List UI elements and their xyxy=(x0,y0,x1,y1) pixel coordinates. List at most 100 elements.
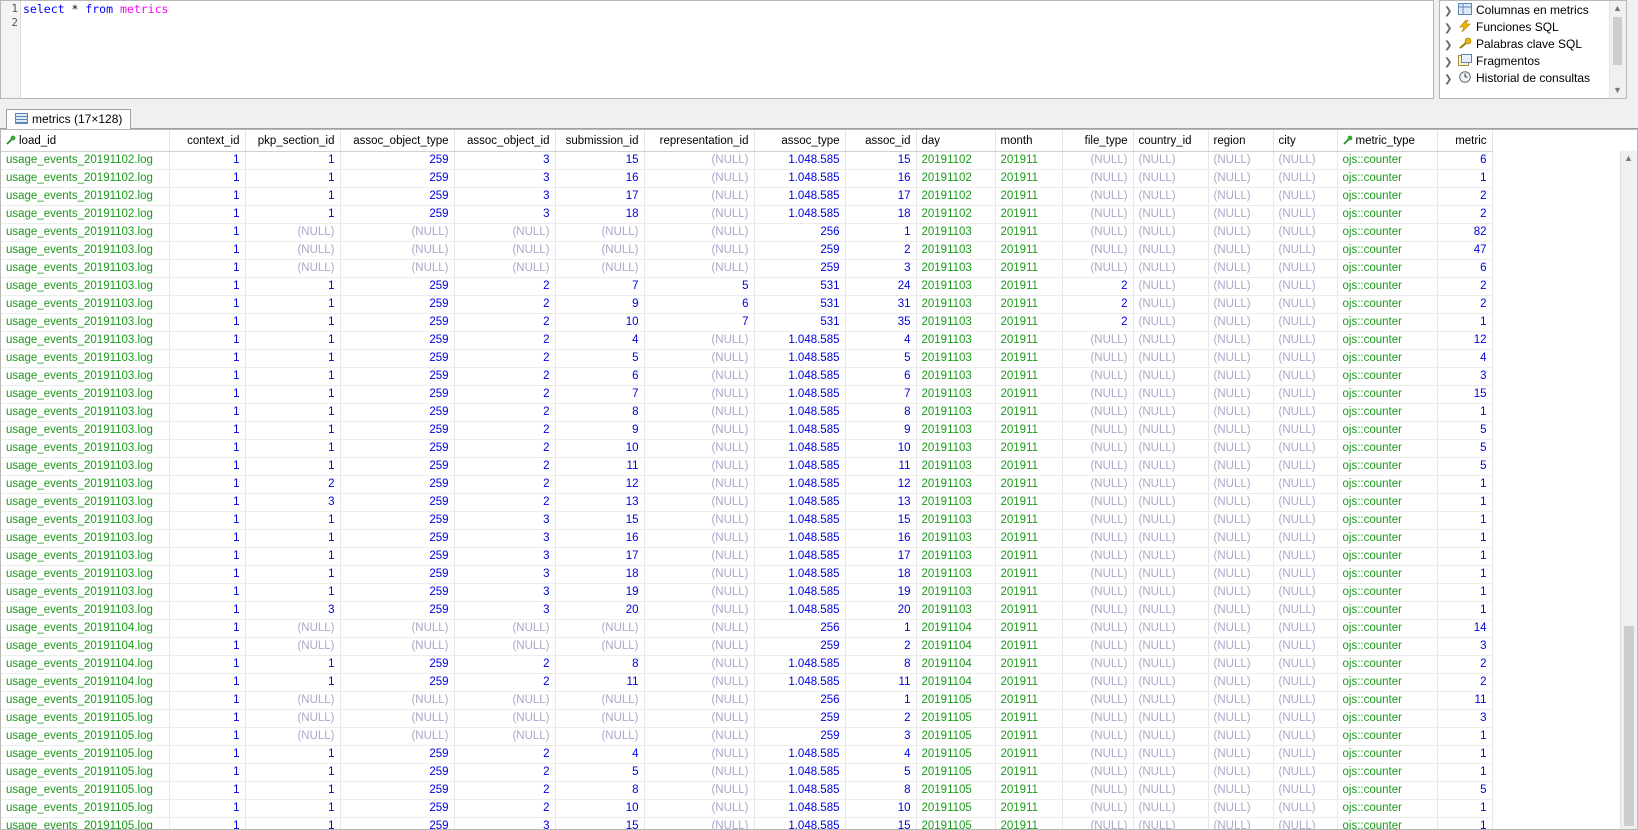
cell-city[interactable]: (NULL) xyxy=(1273,295,1338,314)
cell-assoc-id[interactable]: 1 xyxy=(845,691,917,710)
cell-metric[interactable]: 1 xyxy=(1437,727,1493,746)
cell-assoc-type[interactable]: 1.048.585 xyxy=(754,511,846,530)
cell-day[interactable]: 20191103 xyxy=(916,223,996,242)
cell-file-type[interactable]: (NULL) xyxy=(1062,151,1134,170)
cell-representation-id[interactable]: (NULL) xyxy=(644,421,755,440)
cell-file-type[interactable]: (NULL) xyxy=(1062,745,1134,764)
cell-assoc-id[interactable]: 2 xyxy=(845,241,917,260)
cell-representation-id[interactable]: (NULL) xyxy=(644,241,755,260)
cell-submission-id[interactable]: 6 xyxy=(555,367,645,386)
cell-file-type[interactable]: (NULL) xyxy=(1062,619,1134,638)
cell-region[interactable]: (NULL) xyxy=(1208,403,1274,422)
cell-representation-id[interactable]: (NULL) xyxy=(644,745,755,764)
cell-assoc-id[interactable]: 2 xyxy=(845,709,917,728)
cell-metric[interactable]: 5 xyxy=(1437,781,1493,800)
cell-submission-id[interactable]: 8 xyxy=(555,403,645,422)
cell-pkp-section-id[interactable]: 1 xyxy=(245,349,341,368)
cell-assoc-object-type[interactable]: 259 xyxy=(340,799,455,818)
cell-submission-id[interactable]: 4 xyxy=(555,745,645,764)
cell-city[interactable]: (NULL) xyxy=(1273,421,1338,440)
cell-city[interactable]: (NULL) xyxy=(1273,169,1338,188)
cell-assoc-type[interactable]: 1.048.585 xyxy=(754,457,846,476)
cell-context-id[interactable]: 1 xyxy=(169,475,246,494)
cell-metric-type[interactable]: ojs::counter xyxy=(1337,367,1438,386)
cell-country-id[interactable]: (NULL) xyxy=(1133,385,1209,404)
cell-assoc-object-id[interactable]: 2 xyxy=(454,763,556,782)
cell-pkp-section-id[interactable]: 1 xyxy=(245,457,341,476)
cell-metric-type[interactable]: ojs::counter xyxy=(1337,799,1438,818)
cell-city[interactable]: (NULL) xyxy=(1273,547,1338,566)
cell-assoc-id[interactable]: 11 xyxy=(845,457,917,476)
cell-metric[interactable]: 15 xyxy=(1437,385,1493,404)
cell-day[interactable]: 20191103 xyxy=(916,421,996,440)
cell-assoc-object-type[interactable]: 259 xyxy=(340,817,455,829)
cell-assoc-id[interactable]: 8 xyxy=(845,403,917,422)
cell-assoc-type[interactable]: 1.048.585 xyxy=(754,655,846,674)
cell-city[interactable]: (NULL) xyxy=(1273,637,1338,656)
cell-day[interactable]: 20191103 xyxy=(916,295,996,314)
cell-city[interactable]: (NULL) xyxy=(1273,619,1338,638)
cell-city[interactable]: (NULL) xyxy=(1273,655,1338,674)
cell-submission-id[interactable]: 8 xyxy=(555,781,645,800)
cell-assoc-object-id[interactable]: (NULL) xyxy=(454,223,556,242)
table-row[interactable]: usage_events_20191103.log 1 1 259 3 18 (NULL) 1… xyxy=(1,565,1493,584)
cell-assoc-object-type[interactable]: (NULL) xyxy=(340,709,455,728)
cell-day[interactable]: 20191103 xyxy=(916,583,996,602)
table-row[interactable]: usage_events_20191103.log 1 1 259 2 10 (NULL) 1… xyxy=(1,439,1493,458)
cell-submission-id[interactable]: 7 xyxy=(555,277,645,296)
cell-assoc-type[interactable]: 256 xyxy=(754,223,846,242)
cell-country-id[interactable]: (NULL) xyxy=(1133,277,1209,296)
cell-context-id[interactable]: 1 xyxy=(169,781,246,800)
cell-assoc-object-id[interactable]: 3 xyxy=(454,547,556,566)
cell-day[interactable]: 20191103 xyxy=(916,385,996,404)
cell-city[interactable]: (NULL) xyxy=(1273,367,1338,386)
cell-assoc-object-type[interactable]: 259 xyxy=(340,313,455,332)
cell-representation-id[interactable]: 7 xyxy=(644,313,755,332)
cell-assoc-object-id[interactable]: 3 xyxy=(454,817,556,829)
table-row[interactable]: usage_events_20191105.log 1 1 259 2 4 (NULL) 1.… xyxy=(1,745,1493,764)
cell-representation-id[interactable]: (NULL) xyxy=(644,187,755,206)
cell-city[interactable]: (NULL) xyxy=(1273,601,1338,620)
cell-context-id[interactable]: 1 xyxy=(169,223,246,242)
cell-load-id[interactable]: usage_events_20191104.log xyxy=(1,637,170,656)
cell-metric[interactable]: 1 xyxy=(1437,547,1493,566)
cell-day[interactable]: 20191103 xyxy=(916,349,996,368)
cell-region[interactable]: (NULL) xyxy=(1208,655,1274,674)
cell-load-id[interactable]: usage_events_20191103.log xyxy=(1,583,170,602)
cell-context-id[interactable]: 1 xyxy=(169,493,246,512)
cell-assoc-object-id[interactable]: 2 xyxy=(454,457,556,476)
cell-assoc-object-type[interactable]: 259 xyxy=(340,385,455,404)
cell-pkp-section-id[interactable]: 1 xyxy=(245,277,341,296)
cell-assoc-object-type[interactable]: 259 xyxy=(340,187,455,206)
cell-assoc-object-type[interactable]: 259 xyxy=(340,493,455,512)
cell-country-id[interactable]: (NULL) xyxy=(1133,691,1209,710)
cell-pkp-section-id[interactable]: 1 xyxy=(245,529,341,548)
cell-day[interactable]: 20191103 xyxy=(916,547,996,566)
cell-region[interactable]: (NULL) xyxy=(1208,151,1274,170)
cell-submission-id[interactable]: 15 xyxy=(555,817,645,829)
table-row[interactable]: usage_events_20191103.log 1 1 259 2 8 (NULL) 1.… xyxy=(1,403,1493,422)
cell-metric-type[interactable]: ojs::counter xyxy=(1337,619,1438,638)
cell-assoc-id[interactable]: 15 xyxy=(845,817,917,829)
cell-metric[interactable]: 2 xyxy=(1437,673,1493,692)
cell-submission-id[interactable]: 11 xyxy=(555,457,645,476)
cell-context-id[interactable]: 1 xyxy=(169,241,246,260)
table-row[interactable]: usage_events_20191105.log 1 1 259 2 8 (NULL) 1.… xyxy=(1,781,1493,800)
cell-file-type[interactable]: (NULL) xyxy=(1062,385,1134,404)
cell-assoc-object-type[interactable]: (NULL) xyxy=(340,619,455,638)
table-row[interactable]: usage_events_20191105.log 1 1 259 3 15 (NULL) 1… xyxy=(1,817,1493,829)
cell-region[interactable]: (NULL) xyxy=(1208,421,1274,440)
cell-file-type[interactable]: (NULL) xyxy=(1062,799,1134,818)
table-row[interactable]: usage_events_20191103.log 1 (NULL) (NULL) (N… xyxy=(1,259,1493,278)
cell-metric-type[interactable]: ojs::counter xyxy=(1337,385,1438,404)
cell-metric-type[interactable]: ojs::counter xyxy=(1337,709,1438,728)
column-header-region[interactable]: region xyxy=(1208,130,1274,152)
cell-city[interactable]: (NULL) xyxy=(1273,277,1338,296)
cell-city[interactable]: (NULL) xyxy=(1273,799,1338,818)
cell-day[interactable]: 20191103 xyxy=(916,511,996,530)
cell-assoc-object-id[interactable]: 3 xyxy=(454,601,556,620)
cell-metric[interactable]: 5 xyxy=(1437,457,1493,476)
column-header-assoc-id[interactable]: assoc_id xyxy=(845,130,917,152)
cell-context-id[interactable]: 1 xyxy=(169,547,246,566)
table-row[interactable]: usage_events_20191105.log 1 1 259 2 10 (NULL) 1… xyxy=(1,799,1493,818)
